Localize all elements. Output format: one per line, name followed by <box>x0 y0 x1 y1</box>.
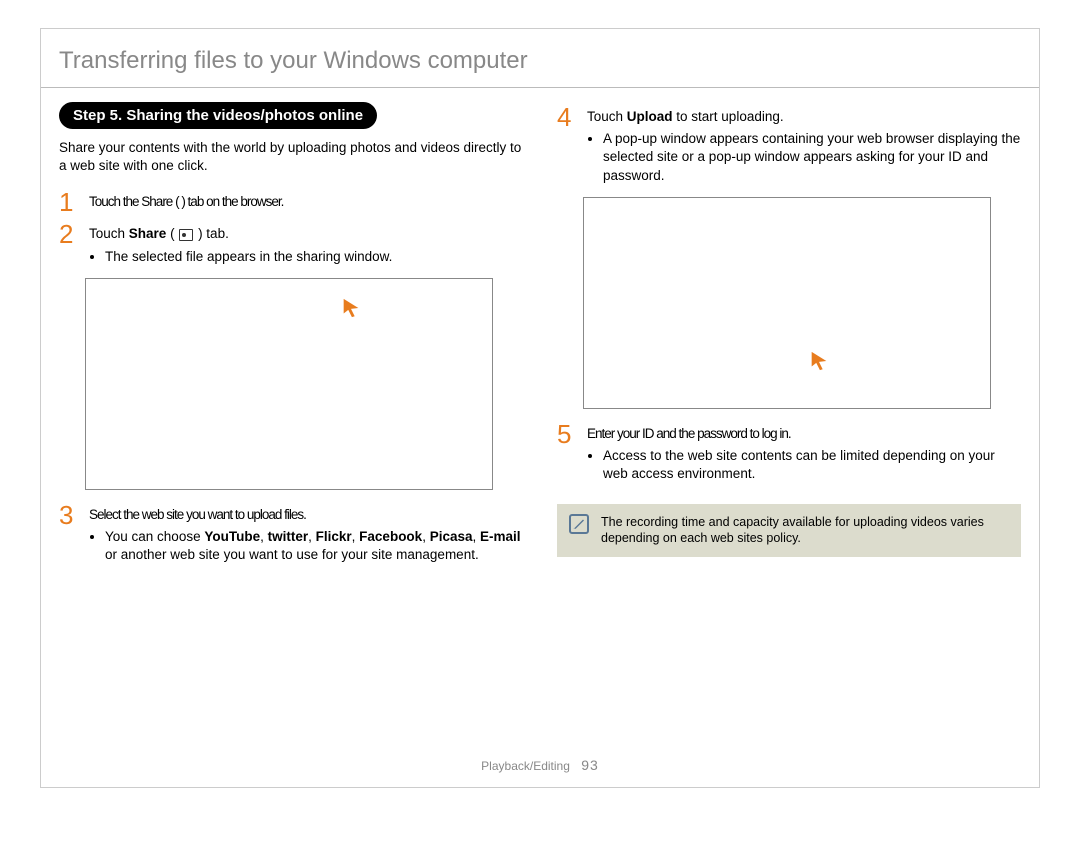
step-2-label: Share <box>129 226 167 241</box>
step-4-bullet-1: A pop-up window appears containing your … <box>603 130 1021 185</box>
step-4-bullets: A pop-up window appears containing your … <box>587 130 1021 185</box>
step-5-bullet-1: Access to the web site contents can be l… <box>603 447 1021 483</box>
s3-text-pre: You can choose <box>105 529 204 544</box>
s3-site-flickr: Flickr <box>316 529 352 544</box>
step-2: 2 Touch Share ( ) tab. The selected file… <box>59 221 523 267</box>
step-number-3: 3 <box>59 502 81 528</box>
manual-page: Transferring files to your Windows compu… <box>40 28 1040 788</box>
note-text: The recording time and capacity availabl… <box>601 514 1009 548</box>
step-1-text: Touch the Share ( ) tab on the browser. <box>89 194 283 209</box>
s3-text-post: or another web site you want to use for … <box>105 547 479 562</box>
step-5-bullets: Access to the web site contents can be l… <box>587 447 1021 483</box>
right-column: 4 Touch Upload to start uploading. A pop… <box>557 102 1021 567</box>
left-column: Step 5. Sharing the videos/photos online… <box>59 102 523 567</box>
step-number-4: 4 <box>557 104 579 130</box>
footer-section: Playback/Editing <box>481 759 570 773</box>
s3-site-youtube: YouTube <box>204 529 260 544</box>
step-number-2: 2 <box>59 221 81 247</box>
note-box: The recording time and capacity availabl… <box>557 504 1021 558</box>
step-3-bullet-1: You can choose YouTube, twitter, Flickr,… <box>105 528 523 564</box>
cursor-icon <box>808 348 830 374</box>
s3-site-picasa: Picasa <box>430 529 473 544</box>
step-4: 4 Touch Upload to start uploading. A pop… <box>557 104 1021 187</box>
step-5-text: Enter your ID and the password to log in… <box>587 426 791 441</box>
step-3-text: Select the web site you want to upload f… <box>89 507 306 522</box>
content-columns: Step 5. Sharing the videos/photos online… <box>41 88 1039 567</box>
step-1: 1 Touch the Share ( ) tab on the browser… <box>59 189 523 215</box>
screenshot-placeholder-left <box>85 278 493 490</box>
step-badge: Step 5. Sharing the videos/photos online <box>59 102 377 129</box>
step-5: 5 Enter your ID and the password to log … <box>557 421 1021 486</box>
screenshot-placeholder-right <box>583 197 991 409</box>
cursor-icon <box>340 295 362 321</box>
s3-site-facebook: Facebook <box>359 529 422 544</box>
step-4-label: Upload <box>627 109 673 124</box>
s3-site-email: E-mail <box>480 529 521 544</box>
page-footer: Playback/Editing 93 <box>41 757 1039 773</box>
step-2-bullet-1: The selected file appears in the sharing… <box>105 248 523 266</box>
s3-site-twitter: twitter <box>268 529 309 544</box>
note-icon <box>569 514 589 534</box>
step-number-5: 5 <box>557 421 579 447</box>
step-2-bullets: The selected file appears in the sharing… <box>89 248 523 266</box>
step-3: 3 Select the web site you want to upload… <box>59 502 523 567</box>
step-3-bullets: You can choose YouTube, twitter, Flickr,… <box>89 528 523 564</box>
intro-text: Share your contents with the world by up… <box>59 139 523 175</box>
step-number-1: 1 <box>59 189 81 215</box>
share-icon <box>179 229 193 241</box>
footer-page-number: 93 <box>581 757 599 773</box>
page-title: Transferring files to your Windows compu… <box>41 29 1039 75</box>
